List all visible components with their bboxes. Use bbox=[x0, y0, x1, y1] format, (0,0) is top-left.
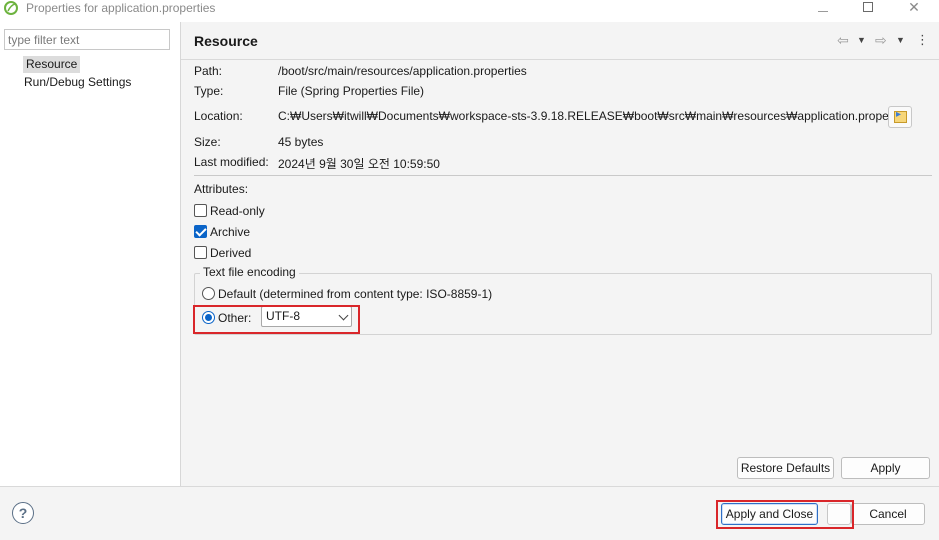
checkbox-box[interactable] bbox=[194, 246, 207, 259]
view-menu-icon[interactable]: ⋮ bbox=[916, 32, 929, 48]
left-pane: Resource Run/Debug Settings bbox=[0, 22, 180, 486]
path-label: Path: bbox=[194, 64, 223, 78]
maximize-button[interactable] bbox=[845, 0, 891, 16]
derived-label: Derived bbox=[210, 245, 252, 260]
chevron-down-icon[interactable]: ▼ bbox=[857, 32, 866, 48]
dialog-button-bar: ? Apply and Close Cancel bbox=[0, 486, 939, 540]
apply-button[interactable]: Apply bbox=[841, 457, 930, 479]
cancel-button[interactable]: Cancel bbox=[851, 503, 925, 525]
help-icon[interactable]: ? bbox=[12, 502, 34, 524]
spring-leaf-icon bbox=[4, 1, 18, 15]
location-label: Location: bbox=[194, 109, 243, 123]
window-title: Properties for application.properties bbox=[26, 1, 216, 15]
separator bbox=[194, 175, 932, 176]
show-in-explorer-button[interactable] bbox=[888, 106, 912, 128]
archive-checkbox[interactable]: Archive bbox=[194, 223, 250, 240]
title-bar: Properties for application.properties ✕ bbox=[0, 0, 939, 16]
default-encoding-label: Default (determined from content type: I… bbox=[218, 286, 493, 301]
last-modified-label: Last modified: bbox=[194, 155, 269, 169]
size-label: Size: bbox=[194, 135, 221, 149]
page-title: Resource bbox=[194, 33, 258, 49]
back-arrow-icon[interactable]: ⇦ bbox=[837, 32, 849, 48]
archive-label: Archive bbox=[210, 224, 251, 239]
highlight-box-apply-and-close bbox=[716, 500, 854, 529]
resource-page: Resource ⇦ ▼ ⇨ ▼ ⋮ Path: /boot/src/main/… bbox=[181, 22, 939, 486]
close-button[interactable]: ✕ bbox=[891, 0, 937, 16]
readonly-label: Read-only bbox=[210, 203, 265, 218]
open-folder-icon bbox=[894, 109, 907, 123]
attributes-title: Attributes: bbox=[194, 182, 249, 196]
forward-arrow-icon[interactable]: ⇨ bbox=[875, 32, 887, 48]
type-label: Type: bbox=[194, 84, 224, 98]
checkbox-box[interactable] bbox=[194, 204, 207, 217]
checkbox-box[interactable] bbox=[194, 225, 207, 238]
filter-input[interactable] bbox=[4, 29, 170, 50]
derived-checkbox[interactable]: Derived bbox=[194, 244, 251, 261]
radio-circle[interactable] bbox=[202, 287, 215, 300]
tree-item-resource[interactable]: Resource bbox=[23, 56, 81, 73]
size-value: 45 bytes bbox=[278, 135, 324, 149]
type-value: File (Spring Properties File) bbox=[278, 84, 425, 98]
text-file-encoding-title: Text file encoding bbox=[200, 265, 299, 279]
tree-item-run-debug-settings[interactable]: Run/Debug Settings bbox=[21, 74, 134, 91]
minimize-icon bbox=[818, 11, 828, 12]
minimize-button[interactable] bbox=[800, 0, 846, 16]
page-header: Resource ⇦ ▼ ⇨ ▼ ⋮ bbox=[181, 22, 939, 60]
location-value: C:₩Users₩itwill₩Documents₩workspace-sts-… bbox=[278, 109, 912, 123]
close-icon: ✕ bbox=[908, 0, 920, 15]
default-encoding-radio[interactable]: Default (determined from content type: I… bbox=[202, 285, 492, 302]
chevron-down-icon[interactable]: ▼ bbox=[896, 32, 905, 48]
last-modified-value: 2024년 9월 30일 오전 10:59:50 bbox=[278, 157, 440, 171]
path-value: /boot/src/main/resources/application.pro… bbox=[278, 64, 527, 78]
maximize-icon bbox=[863, 2, 873, 12]
highlight-box-other-encoding bbox=[193, 305, 360, 334]
restore-defaults-button[interactable]: Restore Defaults bbox=[737, 457, 834, 479]
readonly-checkbox[interactable]: Read-only bbox=[194, 202, 265, 219]
